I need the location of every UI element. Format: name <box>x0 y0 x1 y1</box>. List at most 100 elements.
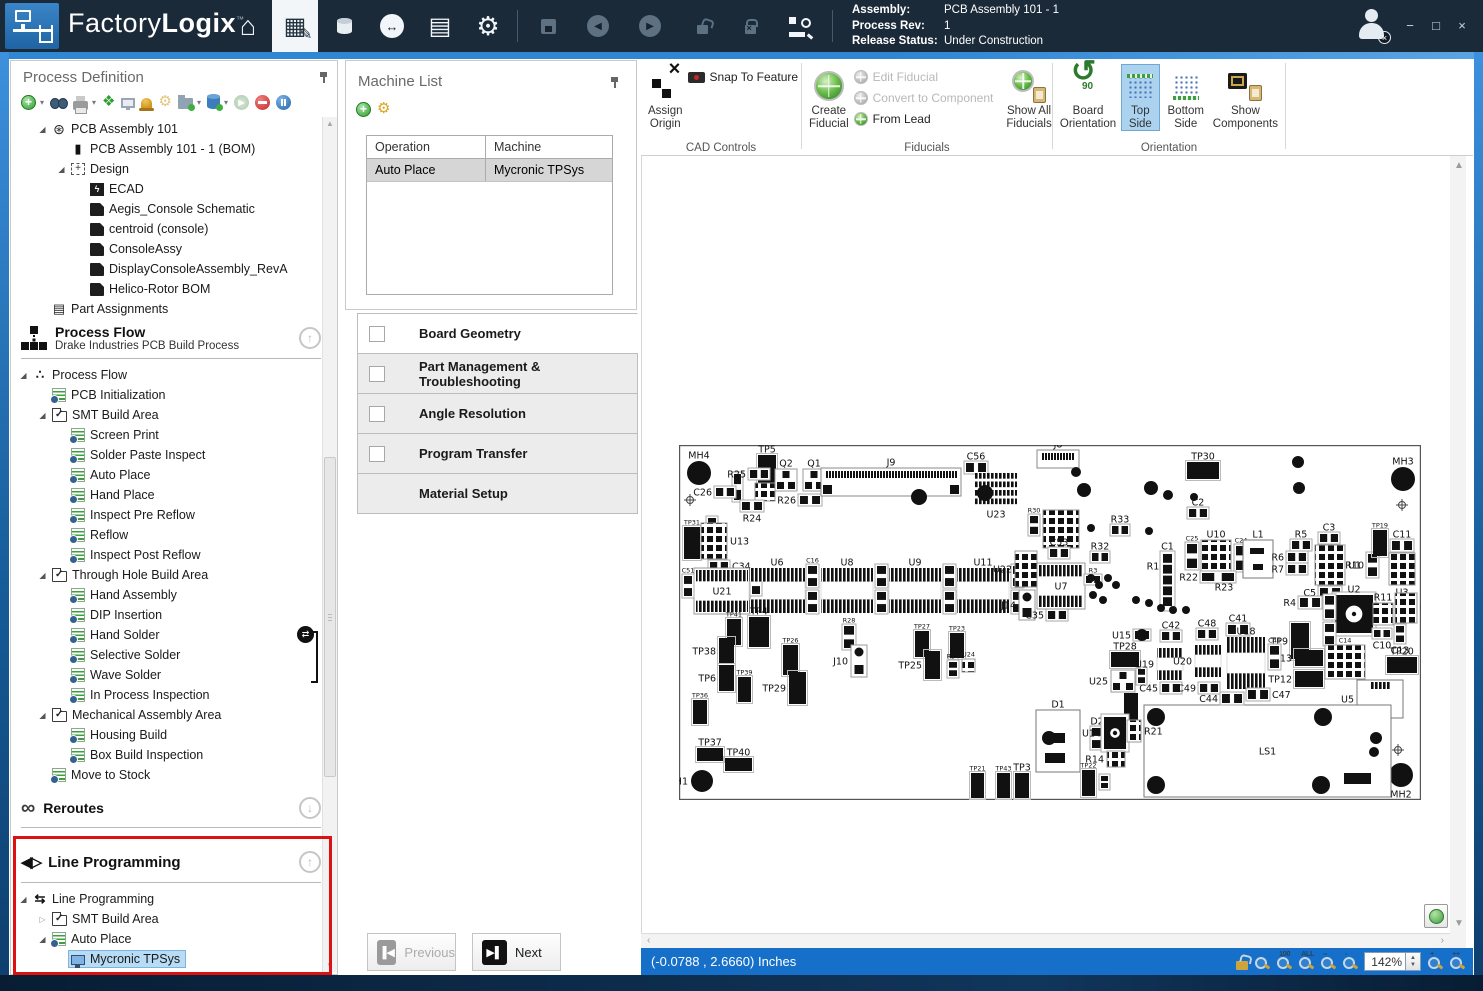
expander-icon[interactable]: ◢ <box>17 371 30 380</box>
column-operation[interactable]: Operation <box>367 136 486 158</box>
tree-item-hand-place[interactable]: Hand Place <box>13 485 309 505</box>
zoom-level-spinner[interactable]: 142%▲▼ <box>1364 952 1421 971</box>
section-checkbox[interactable] <box>369 406 385 422</box>
tree-item-mycronic-tpsys[interactable]: Mycronic TPSys <box>13 949 313 969</box>
expander-icon[interactable]: ◢ <box>36 711 49 720</box>
close-button[interactable]: × <box>1452 18 1472 33</box>
section-checkbox[interactable] <box>369 326 385 342</box>
tree-item-hand-assembly[interactable]: Hand Assembly <box>13 585 309 605</box>
zoom-all-icon[interactable]: ALL <box>1298 953 1314 970</box>
zoom-in-fast-icon[interactable]: ++ <box>1449 953 1465 970</box>
export-icon[interactable] <box>178 98 193 109</box>
expander-icon[interactable]: ◢ <box>17 895 30 904</box>
section-checkbox[interactable] <box>369 446 385 462</box>
database-dropdown-icon[interactable]: ▾ <box>224 98 228 107</box>
top-side-button[interactable]: Top Side <box>1121 64 1160 131</box>
tree-item-line-programming[interactable]: ◢⇆Line Programming <box>13 889 313 909</box>
tree-item-inspect-post-reflow[interactable]: Inspect Post Reflow <box>13 545 309 565</box>
tree-item-pcb-assembly-101-1-bom-[interactable]: ▮PCB Assembly 101 - 1 (BOM) <box>13 139 319 159</box>
minimize-button[interactable]: − <box>1400 18 1420 33</box>
tree-item-consoleassy[interactable]: ConsoleAssy <box>13 239 319 259</box>
tree-item-reflow[interactable]: Reflow <box>13 525 309 545</box>
zoom-out-icon[interactable]: - <box>1342 953 1358 970</box>
tree-item-wave-solder[interactable]: Wave Solder <box>13 665 309 685</box>
print-dropdown-icon[interactable]: ▾ <box>92 98 96 107</box>
tree-item-displayconsoleassembly-reva[interactable]: DisplayConsoleAssembly_RevA <box>13 259 319 279</box>
section-board-geometry[interactable]: Board Geometry <box>357 313 638 354</box>
section-checkbox[interactable] <box>369 366 385 382</box>
next-button[interactable]: ▶▌Next <box>472 933 561 971</box>
tree-item-pcb-initialization[interactable]: PCB Initialization <box>13 385 309 405</box>
expand-down-icon[interactable]: ↓ <box>299 797 321 819</box>
pan-lock-icon[interactable] <box>1236 961 1248 970</box>
tree-item-auto-place[interactable]: Auto Place <box>13 465 309 485</box>
section-angle-resolution[interactable]: Angle Resolution <box>357 393 638 434</box>
tree-item-auto-place[interactable]: ◢Auto Place <box>13 929 313 949</box>
tree-item-screen-print[interactable]: Screen Print <box>13 425 309 445</box>
tree-item-part-assignments[interactable]: ▤Part Assignments <box>13 299 319 319</box>
tree-item-design[interactable]: ◢+Design <box>13 159 319 179</box>
audit-search-icon[interactable] <box>780 0 820 52</box>
collapse-up-icon[interactable]: ↑ <box>299 327 321 349</box>
tree-item-in-process-inspection[interactable]: In Process Inspection <box>13 685 309 705</box>
tree-item-dip-insertion[interactable]: DIP Insertion <box>13 605 309 625</box>
process-definition-icon[interactable]: ▦✎ <box>272 0 318 52</box>
print-icon[interactable] <box>73 101 88 110</box>
maximize-button[interactable]: □ <box>1426 18 1446 33</box>
expander-icon[interactable]: ◢ <box>55 165 68 174</box>
column-machine[interactable]: Machine <box>486 140 549 154</box>
home-icon[interactable]: ⌂ <box>228 0 268 52</box>
horizontal-scrollbar[interactable]: ‹› <box>641 933 1450 948</box>
stop-icon[interactable] <box>255 95 270 110</box>
tree-item-move-to-stock[interactable]: Move to Stock <box>13 765 309 785</box>
expander-icon[interactable]: ◢ <box>36 125 49 134</box>
previous-button[interactable]: ▐◀Previous <box>367 933 456 971</box>
zoom-level-value[interactable]: 142% <box>1364 952 1406 971</box>
expander-icon[interactable]: ◢ <box>36 571 49 580</box>
snap-to-feature-button[interactable]: Snap To Feature <box>688 70 799 84</box>
tree-item-smt-build-area[interactable]: ◢SMT Build Area <box>13 405 309 425</box>
tree-item-selective-solder[interactable]: Selective Solder <box>13 645 309 665</box>
database-icon[interactable] <box>207 95 220 109</box>
export-dropdown-icon[interactable]: ▾ <box>197 98 201 107</box>
add-dropdown-icon[interactable]: ▾ <box>40 98 44 107</box>
materials-icon[interactable] <box>324 0 364 52</box>
tree-item-mechanical-assembly-area[interactable]: ◢Mechanical Assembly Area <box>13 705 309 725</box>
find-icon[interactable] <box>50 97 67 109</box>
tree-item-inspect-pre-reflow[interactable]: Inspect Pre Reflow <box>13 505 309 525</box>
tree-item-centroid-console-[interactable]: centroid (console) <box>13 219 319 239</box>
from-lead-button[interactable]: From Lead <box>854 112 994 126</box>
pin-icon[interactable] <box>610 77 620 89</box>
notify-bell-icon[interactable] <box>141 98 152 108</box>
globe-button[interactable] <box>1424 904 1448 928</box>
tree-item-aegis-console-schematic[interactable]: Aegis_Console Schematic <box>13 199 319 219</box>
tree-item-pcb-assembly-101[interactable]: ◢⊛PCB Assembly 101 <box>13 119 319 139</box>
expander-icon[interactable]: ◢ <box>36 411 49 420</box>
pin-icon[interactable] <box>319 72 329 84</box>
data-transfer-icon[interactable]: ↔ <box>372 0 412 52</box>
create-fiducial-button[interactable]: Create Fiducial <box>808 64 850 131</box>
tree-item-hand-solder[interactable]: Hand Solder <box>13 625 309 645</box>
panel-scrollbar[interactable]: ▲ ▼ <box>322 117 337 972</box>
settings-gear-icon[interactable]: ⚙ <box>468 0 508 52</box>
tree-item-process-flow[interactable]: ◢∴Process Flow <box>13 365 309 385</box>
machine-table-row[interactable]: Auto PlaceMycronic TPSys <box>367 159 612 182</box>
tree-item-housing-build[interactable]: Housing Build <box>13 725 309 745</box>
cad-canvas[interactable]: MH4TP5C26R25R24Q2Q1R26J9C56U23J8TP31U13C… <box>641 156 1450 933</box>
zoom-100-icon[interactable]: 100 <box>1276 953 1292 970</box>
settings-gear-icon[interactable]: ⚙ <box>158 94 171 110</box>
vertical-scrollbar[interactable]: ▲▼ <box>1450 156 1466 933</box>
zoom-window-icon[interactable] <box>1254 953 1270 970</box>
bottom-side-button[interactable]: Bottom Side <box>1164 64 1208 131</box>
section-material-setup[interactable]: Material Setup <box>357 473 638 514</box>
zoom-spin-arrows[interactable]: ▲▼ <box>1406 952 1421 971</box>
tree-item-smt-build-area[interactable]: ▷SMT Build Area <box>13 909 313 929</box>
user-icon[interactable]: × <box>1355 8 1389 44</box>
reports-icon[interactable]: ▤ <box>420 0 460 52</box>
expander-icon[interactable]: ▷ <box>36 915 49 924</box>
settings-gear-icon[interactable]: ⚙ <box>377 101 390 117</box>
zoom-out-fast-icon[interactable]: -- <box>1320 953 1336 970</box>
pause-icon[interactable] <box>276 95 291 110</box>
tree-item-through-hole-build-area[interactable]: ◢Through Hole Build Area <box>13 565 309 585</box>
show-components-button[interactable]: Show Components <box>1212 64 1279 131</box>
